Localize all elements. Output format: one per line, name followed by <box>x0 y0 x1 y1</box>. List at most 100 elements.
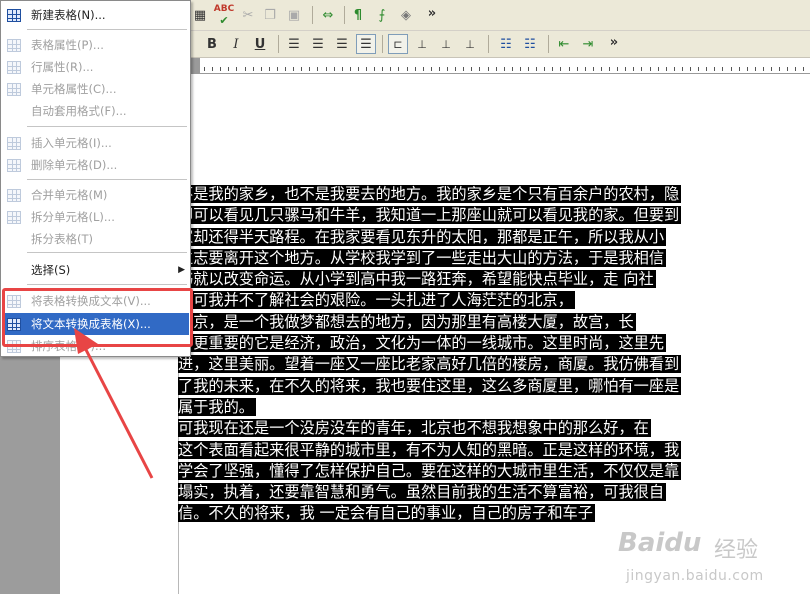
copy-icon[interactable]: ❐ <box>260 5 280 25</box>
ruler-tick <box>600 67 602 71</box>
ruler-tick <box>349 67 351 71</box>
ruler-tick <box>714 67 716 71</box>
ruler-tick <box>414 67 416 71</box>
navigator-icon[interactable]: ⇔ <box>318 5 338 25</box>
underline-button[interactable]: U <box>250 34 270 54</box>
formatting-marks-button[interactable]: ¶ <box>348 5 368 25</box>
ruler-tick <box>771 67 772 71</box>
menu-separator <box>27 284 187 285</box>
ruler-tick <box>285 67 286 71</box>
ruler-tick <box>244 67 246 71</box>
print-preview-icon[interactable]: ▦ <box>190 5 210 25</box>
merge-cells-icon-glyph <box>7 188 21 202</box>
menu-separator <box>27 29 187 30</box>
ruler-tick <box>625 67 627 71</box>
spellcheck-button[interactable]: ABC ✔ <box>213 3 235 27</box>
valign-bottom-left-icon[interactable]: ⊥ <box>412 34 432 54</box>
menu-icon-placeholder <box>5 261 23 279</box>
bold-button[interactable]: B <box>202 34 222 54</box>
cell-properties-icon <box>5 80 23 98</box>
ruler-tick <box>762 67 764 71</box>
ruler-tick <box>730 67 732 71</box>
numbering-icon[interactable]: ☷ <box>496 34 516 54</box>
paste-icon[interactable]: ▣ <box>284 5 304 25</box>
document-line: 这个表面看起来很平静的城市里，有不为人知的黑暗。正是这样的环境，我 <box>178 440 810 461</box>
document-line: 塌实，执着，还要靠智慧和勇气。虽然目前我的生活不算富裕，可我很自 <box>178 482 810 503</box>
ruler-tick <box>447 67 448 71</box>
menu-item-3[interactable]: 单元格属性(C)... <box>3 78 189 100</box>
menu-item-label: 自动套用格式(F)... <box>31 104 127 118</box>
ruler-tick <box>673 67 675 71</box>
horizontal-ruler[interactable] <box>190 58 810 74</box>
ruler-tick <box>649 67 651 71</box>
cut-icon[interactable]: ✂ <box>238 5 258 25</box>
italic-button[interactable]: I <box>226 34 246 54</box>
ruler-tick <box>430 67 432 71</box>
valign-bottom-icon[interactable]: ⊥ <box>460 34 480 54</box>
ruler-tick <box>544 67 546 71</box>
menu-item-9[interactable]: 拆分表格(T) <box>3 228 189 250</box>
toolbar-overflow-button-2[interactable]: » <box>604 32 624 52</box>
annotation-arrow <box>74 328 154 479</box>
menu-icon-placeholder <box>5 102 23 120</box>
menu-separator <box>27 252 187 253</box>
document-text[interactable]: 不是我的家乡，也不是我要去的地方。我的家乡是个只有百余户的农村，隐 却可以看见几只… <box>178 184 810 525</box>
document-line: 了我的未来，在不久的将来，我也要住这里，这么多商厦里，哪怕有一座是 <box>178 376 810 397</box>
valign-top-icon[interactable]: ⊏ <box>388 34 408 54</box>
menu-item-6[interactable]: 删除单元格(D)... <box>3 154 189 176</box>
insert-cell-icon <box>5 134 23 152</box>
menu-item-label: 合并单元格(M) <box>31 188 108 202</box>
menu-item-5[interactable]: 插入单元格(I)... <box>3 132 189 154</box>
new-table-icon-glyph <box>7 8 21 22</box>
ruler-tick <box>341 67 343 71</box>
align-left-icon[interactable]: ☰ <box>284 34 304 54</box>
bullets-icon[interactable]: ☷ <box>520 34 540 54</box>
split-cell-icon <box>5 208 23 226</box>
justify-icon[interactable]: ☰ <box>356 34 376 54</box>
selected-text: 家却还得半天路程。在我家要看见东升的太阳，那都是正午，所以我从小 <box>178 227 666 246</box>
ruler-tick <box>722 67 724 71</box>
menu-item-2[interactable]: 行属性(R)... <box>3 56 189 78</box>
ruler-tick <box>398 67 400 71</box>
decrease-indent-icon[interactable]: ⇤ <box>554 34 574 54</box>
field-icon[interactable]: ⨍ <box>372 5 392 25</box>
ruler-tick <box>592 67 594 71</box>
selected-text: 立志要离开这个地方。从学校我学到了一些走出大山的方法，于是我相信 <box>178 248 666 267</box>
ruler-tick <box>681 67 683 71</box>
ruler-tick <box>568 67 570 71</box>
submenu-arrow-icon: ▶ <box>178 265 185 275</box>
menu-item-8[interactable]: 拆分单元格(L)... <box>3 206 189 228</box>
document-line: 。更重要的它是经济，政治，文化为一体的一线城市。这里时尚，这里先 <box>178 333 810 354</box>
selected-text: 可我现在还是一个没房没车的青年，北京也不想我想象中的那么好，在 <box>178 419 651 438</box>
valign-center-icon[interactable]: ⊥ <box>436 34 456 54</box>
ruler-tick <box>706 67 708 71</box>
ruler-tick <box>357 67 359 71</box>
menu-item-1[interactable]: 表格属性(P)... <box>3 34 189 56</box>
ruler-tick <box>519 67 521 71</box>
ruler-tick <box>803 67 805 71</box>
delete-cell-icon-glyph <box>7 158 21 172</box>
increase-indent-icon[interactable]: ⇥ <box>578 34 598 54</box>
gallery-icon[interactable]: ◈ <box>396 5 416 25</box>
ruler-tick <box>552 67 554 71</box>
ruler-tick <box>293 67 295 71</box>
ruler-tick <box>390 67 392 71</box>
menu-item-0[interactable]: 新建表格(N)... <box>3 4 189 26</box>
ruler-tick <box>301 67 303 71</box>
row-properties-icon <box>5 58 23 76</box>
ruler-tick <box>471 67 473 71</box>
selected-text: 。更重要的它是经济，政治，文化为一体的一线城市。这里时尚，这里先 <box>178 334 666 353</box>
menu-item-10[interactable]: 选择(S) ▶ <box>3 259 189 281</box>
spellcheck-label: ABC <box>213 3 235 14</box>
document-line: 家却还得半天路程。在我家要看见东升的太阳，那都是正午，所以我从小 <box>178 227 810 248</box>
ruler-tick <box>228 67 230 71</box>
toolbar-overflow-button[interactable]: » <box>422 3 442 23</box>
ruler-tick <box>252 67 254 71</box>
align-right-icon[interactable]: ☰ <box>332 34 352 54</box>
menu-item-7[interactable]: 合并单元格(M) <box>3 184 189 206</box>
menu-item-4[interactable]: 自动套用格式(F)... <box>3 100 189 122</box>
ruler-tick <box>325 67 327 71</box>
ruler-tick <box>754 67 756 71</box>
ruler-tick <box>503 67 505 71</box>
align-center-icon[interactable]: ☰ <box>308 34 328 54</box>
